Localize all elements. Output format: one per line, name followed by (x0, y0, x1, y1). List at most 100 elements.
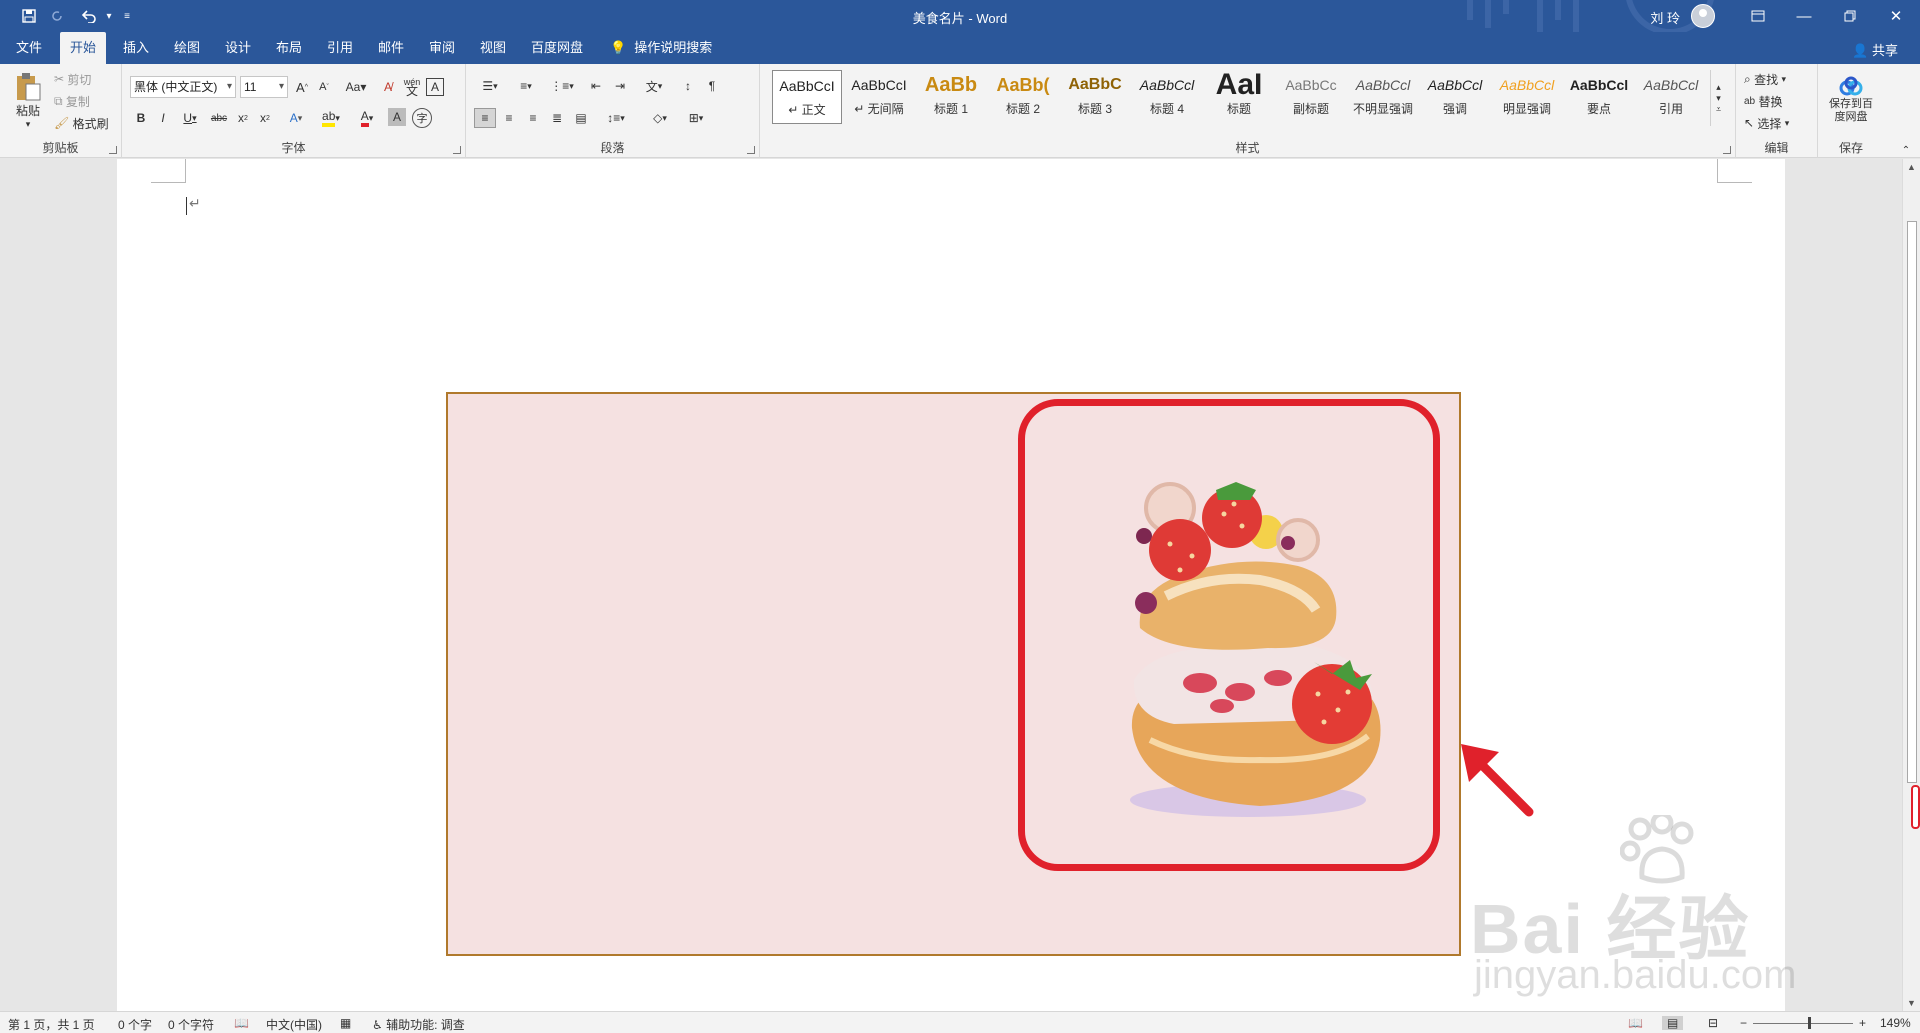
style-emphasis[interactable]: AaBbCcl 强调 (1420, 70, 1490, 124)
font-name-select[interactable]: 黑体 (中文正文) (130, 76, 236, 98)
tab-draw[interactable]: 绘图 (164, 32, 210, 64)
style-quote[interactable]: AaBbCcl 引用 (1636, 70, 1706, 124)
user-name[interactable]: 刘 玲 (1650, 8, 1680, 27)
show-marks-icon[interactable]: ¶ (702, 76, 722, 96)
paragraph-launcher-icon[interactable] (747, 146, 755, 154)
tell-me-search[interactable]: 💡 操作说明搜索 (600, 32, 722, 64)
tab-home[interactable]: 开始 (60, 32, 107, 64)
justify-icon[interactable]: ≣ (546, 108, 568, 128)
highlight-color-icon[interactable]: ab ▾ (316, 108, 346, 128)
select-button[interactable]: ↖ 选择 ▾ (1744, 114, 1789, 132)
find-button[interactable]: ⌕ 查找 ▾ (1744, 70, 1786, 88)
change-case-icon[interactable]: Aa▾ (342, 78, 370, 96)
style-intense-emphasis[interactable]: AaBbCcl 明显强调 (1492, 70, 1562, 124)
style-no-spacing[interactable]: AaBbCcI ↵ 无间隔 (844, 70, 914, 124)
sort-icon[interactable]: ↕ (678, 76, 698, 96)
web-layout-icon[interactable]: ⊟ (1708, 1016, 1718, 1030)
clipboard-launcher-icon[interactable] (109, 146, 117, 154)
tab-baidu-netdisk[interactable]: 百度网盘 (521, 32, 593, 64)
styles-scroll[interactable]: ▴ ▾ ⩡ (1710, 70, 1726, 126)
grow-font-icon[interactable]: A ^ (292, 78, 312, 96)
avatar[interactable] (1691, 4, 1715, 28)
font-color-icon[interactable]: A ▾ (352, 108, 382, 128)
zoom-slider-thumb[interactable] (1808, 1017, 1811, 1029)
subscript-icon[interactable]: x2 (234, 108, 252, 128)
superscript-icon[interactable]: x2 (256, 108, 274, 128)
italic-icon[interactable]: I (154, 108, 172, 128)
chinese-layout-icon[interactable]: 文 ▾ (638, 76, 670, 96)
styles-launcher-icon[interactable] (1723, 146, 1731, 154)
minimize-icon[interactable]: — (1781, 0, 1827, 32)
food-image[interactable] (1110, 478, 1400, 823)
cut-button[interactable]: ✂ 剪切 (54, 70, 91, 88)
word-count[interactable]: 0 个字 (118, 1016, 152, 1033)
scroll-down-icon[interactable]: ▼ (1903, 995, 1920, 1011)
align-right-icon[interactable]: ≡ (522, 108, 544, 128)
text-effects-icon[interactable]: A ▾ (282, 108, 310, 128)
tab-insert[interactable]: 插入 (113, 32, 159, 64)
align-center-icon[interactable]: ≡ (498, 108, 520, 128)
clear-formatting-icon[interactable]: A̸ (378, 78, 398, 96)
accessibility-status[interactable]: ♿ 辅助功能: 调查 (372, 1016, 465, 1033)
style-heading-1[interactable]: AaBb 标题 1 (916, 70, 986, 124)
copy-button[interactable]: ⧉ 复制 (54, 92, 90, 110)
language[interactable]: 中文(中国) (266, 1016, 322, 1033)
paste-button[interactable]: 粘贴 ▾ (8, 70, 48, 132)
font-launcher-icon[interactable] (453, 146, 461, 154)
char-count[interactable]: 0 个字符 (168, 1016, 214, 1033)
style-normal[interactable]: AaBbCcI ↵ 正文 (772, 70, 842, 124)
style-heading-3[interactable]: AaBbC 标题 3 (1060, 70, 1130, 124)
zoom-in-icon[interactable]: + (1859, 1016, 1866, 1030)
decrease-indent-icon[interactable]: ⇤ (586, 76, 606, 96)
strikethrough-icon[interactable]: abc (208, 108, 230, 128)
close-icon[interactable]: ✕ (1873, 0, 1919, 32)
collapse-ribbon-icon[interactable]: ⌃ (1898, 144, 1914, 156)
style-heading-4[interactable]: AaBbCcl 标题 4 (1132, 70, 1202, 124)
shrink-font-icon[interactable]: Aˇ (314, 78, 334, 96)
tab-file[interactable]: 文件 (6, 32, 52, 64)
underline-icon[interactable]: U ▾ (176, 108, 204, 128)
character-border-icon[interactable]: A (426, 78, 444, 96)
macro-icon[interactable]: ▦ (340, 1016, 351, 1030)
format-painter-button[interactable]: 🖌 格式刷 (54, 114, 109, 132)
ribbon-display-icon[interactable] (1735, 0, 1781, 32)
scroll-thumb[interactable] (1907, 221, 1917, 783)
scroll-up-icon[interactable]: ▲ (1903, 159, 1920, 175)
vertical-scrollbar[interactable]: ▲ ▼ (1902, 159, 1920, 1011)
zoom-level[interactable]: 149% (1880, 1016, 1911, 1030)
tab-layout[interactable]: 布局 (266, 32, 312, 64)
style-heading-2[interactable]: AaBb(标题 2 (988, 70, 1058, 124)
style-title[interactable]: AaI 标题 (1204, 70, 1274, 124)
tab-view[interactable]: 视图 (470, 32, 516, 64)
tab-mailings[interactable]: 邮件 (368, 32, 414, 64)
zoom-out-icon[interactable]: − (1740, 1016, 1747, 1030)
print-layout-icon[interactable]: ▤ (1662, 1016, 1684, 1030)
zoom-slider[interactable] (1753, 1023, 1853, 1024)
save-to-baidu-button[interactable]: 保存到百度网盘 (1822, 70, 1880, 130)
proofing-icon[interactable]: 📖 (234, 1016, 249, 1030)
bold-icon[interactable]: B (132, 108, 150, 128)
line-spacing-icon[interactable]: ↕≡ ▾ (600, 108, 632, 128)
page-count[interactable]: 第 1 页，共 1 页 (8, 1016, 95, 1033)
phonetic-guide-icon[interactable]: wén 文 (402, 76, 422, 98)
distributed-icon[interactable]: ▤ (570, 108, 592, 128)
tab-review[interactable]: 审阅 (419, 32, 465, 64)
style-strong[interactable]: AaBbCcl 要点 (1564, 70, 1634, 124)
enclose-characters-icon[interactable]: 字 (412, 108, 432, 128)
font-size-select[interactable]: 11 (240, 76, 288, 98)
style-subtitle[interactable]: AaBbCc 副标题 (1276, 70, 1346, 124)
multilevel-list-icon[interactable]: ⋮≡ ▾ (546, 76, 578, 96)
increase-indent-icon[interactable]: ⇥ (610, 76, 630, 96)
read-mode-icon[interactable]: 📖 (1628, 1016, 1643, 1030)
align-left-icon[interactable]: ≡ (474, 108, 496, 128)
character-shading-icon[interactable]: A (388, 108, 406, 126)
borders-icon[interactable]: ⊞ ▾ (680, 108, 712, 128)
restore-icon[interactable] (1827, 0, 1873, 32)
bullets-icon[interactable]: ☰ ▾ (474, 76, 506, 96)
style-subtle-emphasis[interactable]: AaBbCcl 不明显强调 (1348, 70, 1418, 124)
shading-icon[interactable]: ◇ ▾ (644, 108, 676, 128)
share-button[interactable]: 👤 共享 (1852, 40, 1898, 59)
numbering-icon[interactable]: ≡ ▾ (510, 76, 542, 96)
replace-button[interactable]: ab 替换 (1744, 92, 1782, 110)
tab-references[interactable]: 引用 (317, 32, 363, 64)
